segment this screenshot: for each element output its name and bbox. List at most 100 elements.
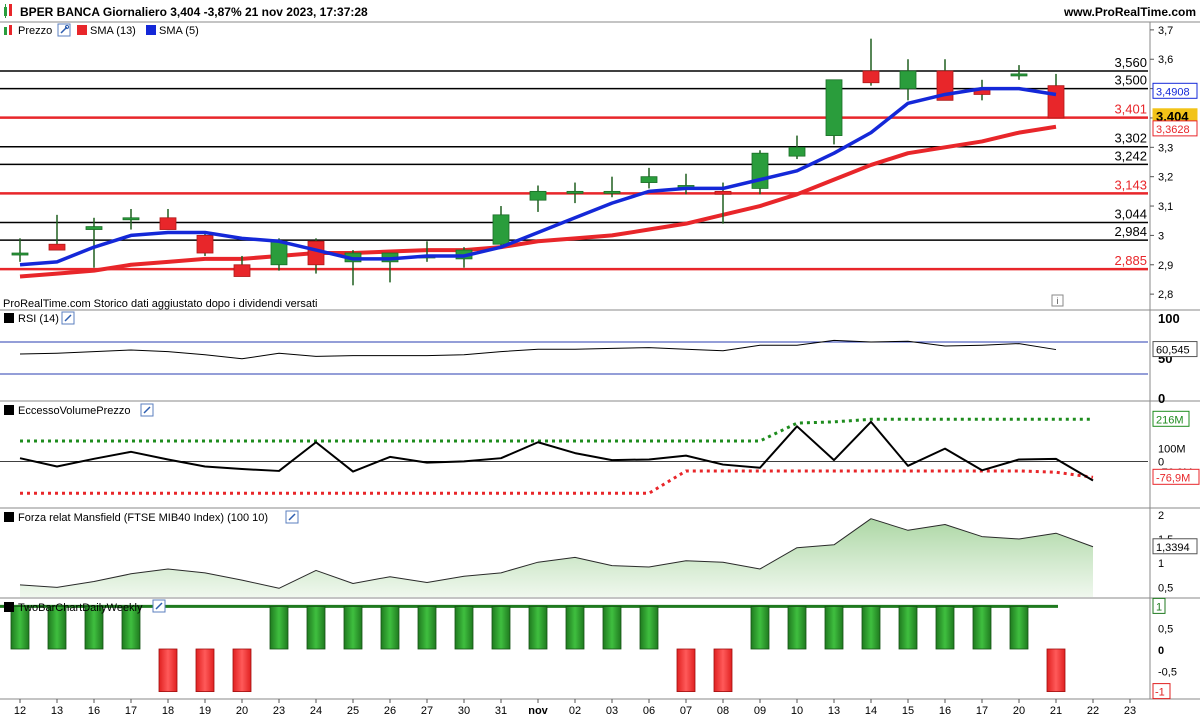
y-tick-label: 3,1	[1158, 201, 1173, 213]
candle	[85, 217, 103, 268]
y-tick-label: 3,6	[1158, 54, 1173, 66]
x-tick-label: 08	[717, 705, 729, 717]
twobar-bar	[972, 605, 992, 650]
x-tick-label: 30	[458, 705, 470, 717]
site-name[interactable]: www.ProRealTime.com	[1063, 5, 1196, 19]
candle	[48, 214, 66, 251]
twobar-bar	[861, 605, 881, 650]
x-tick-label: 25	[347, 705, 359, 717]
candle	[899, 59, 917, 101]
candle-body	[48, 243, 66, 251]
twobar-badge-label: 1	[1156, 601, 1162, 613]
twobar-legend[interactable]: TwoBarChartDailyWeekly	[4, 599, 166, 614]
y-tick-label: -0,5	[1158, 666, 1177, 678]
x-tick-label: 27	[421, 705, 433, 717]
candle	[196, 232, 214, 256]
candle-body	[788, 146, 806, 157]
legend-sma13[interactable]: SMA (13)	[77, 25, 136, 37]
x-tick-label: 12	[14, 705, 26, 717]
candle-body	[1010, 73, 1028, 77]
info-icon[interactable]: i	[1051, 294, 1064, 307]
x-tick-label: 23	[1124, 705, 1136, 717]
candles	[11, 38, 1065, 286]
twobar-badge-label: -1	[1155, 687, 1165, 699]
x-axis[interactable]: 12 13 16 17 18 19 20 23 24 25 26 27 30 31 nov 02 03 06 07 0…	[14, 699, 1136, 717]
x-tick-label: 07	[680, 705, 692, 717]
x-tick-label: 16	[88, 705, 100, 717]
level-label: 3,401	[1114, 102, 1147, 117]
black-square-icon	[4, 602, 14, 612]
x-tick-label: 14	[865, 705, 877, 717]
candle-body	[159, 217, 177, 230]
y-tick-label: 0,5	[1158, 624, 1173, 636]
x-tick-label: 06	[643, 705, 655, 717]
candle	[566, 182, 584, 204]
candle	[529, 185, 547, 212]
x-tick-label: 16	[939, 705, 951, 717]
twobar-bar	[380, 605, 400, 650]
black-square-icon	[4, 512, 14, 522]
level-label: 3,242	[1114, 148, 1147, 163]
x-tick-label: 23	[273, 705, 285, 717]
price-badges: 3,49083,4043,3628	[1152, 82, 1198, 137]
wrench-icon[interactable]	[61, 311, 75, 325]
wrench-icon[interactable]	[285, 510, 299, 524]
candle	[344, 250, 362, 286]
legend-sma5[interactable]: SMA (5)	[146, 25, 199, 37]
twobar-bar	[528, 605, 548, 650]
x-tick-label: 09	[754, 705, 766, 717]
legend-prezzo[interactable]: Prezzo	[4, 23, 71, 37]
x-tick-label: 13	[828, 705, 840, 717]
candle	[122, 208, 140, 230]
level-label: 2,885	[1114, 253, 1147, 268]
wrench-icon[interactable]	[152, 599, 166, 613]
twobar-bar	[195, 648, 215, 693]
candle-body	[714, 190, 732, 195]
candle-body	[85, 226, 103, 230]
twobar-bar	[750, 605, 770, 650]
candle	[1047, 73, 1065, 119]
price-badge-label: 3,3628	[1156, 124, 1190, 136]
twobar-bar	[787, 605, 807, 650]
rsi-legend[interactable]: RSI (14)	[4, 311, 75, 325]
sma5-line	[19, 86, 1057, 267]
volume-legend[interactable]: EccessoVolumePrezzo	[4, 403, 154, 417]
upper-band-line	[20, 417, 1093, 443]
twobar-bar	[1046, 648, 1066, 693]
candle	[492, 206, 510, 248]
twobar-bar	[343, 605, 363, 650]
red-square-icon	[77, 25, 87, 35]
sma5-polyline	[19, 86, 1057, 267]
candle	[677, 173, 695, 195]
black-square-icon	[4, 405, 14, 415]
twobar-bar	[713, 648, 733, 693]
level-label: 2,984	[1114, 224, 1147, 239]
mansfield-title: Forza relat Mansfield (FTSE MIB40 Index)…	[18, 512, 268, 524]
chart-svg[interactable]: BPER BANCA Giornaliero 3,404 -3,87% 21 n…	[0, 0, 1200, 720]
x-tick-label: nov	[528, 705, 548, 717]
legend-label: Prezzo	[18, 25, 52, 37]
y-tick-label: 0	[1158, 645, 1164, 657]
twobar-bar	[1009, 605, 1029, 650]
x-tick-label: 22	[1087, 705, 1099, 717]
rsi-panel: 10050060,545	[0, 311, 1198, 406]
twobar-bar	[158, 648, 178, 693]
y-tick-label: 100	[1158, 311, 1180, 326]
volume-title: EccessoVolumePrezzo	[18, 405, 131, 417]
x-tick-label: 03	[606, 705, 618, 717]
volume-badge-label: -76,9M	[1156, 472, 1190, 484]
wrench-icon[interactable]	[140, 403, 154, 417]
candle-body	[862, 70, 880, 84]
wrench-icon[interactable]	[57, 23, 71, 37]
candle-body	[122, 217, 140, 221]
header-bar: BPER BANCA Giornaliero 3,404 -3,87% 21 n…	[0, 0, 1200, 22]
twobar-bar	[565, 605, 585, 650]
chart-title: BPER BANCA Giornaliero 3,404 -3,87% 21 n…	[20, 5, 368, 19]
price-y-axis: 3,73,63,53,43,33,23,132,92,8	[1150, 25, 1173, 301]
mansfield-legend[interactable]: Forza relat Mansfield (FTSE MIB40 Index)…	[4, 510, 299, 524]
x-tick-label: 24	[310, 705, 322, 717]
twobar-bar	[491, 605, 511, 650]
twobar-bar	[824, 605, 844, 650]
candle-body	[233, 264, 251, 277]
y-tick-label: 2,8	[1158, 289, 1173, 301]
